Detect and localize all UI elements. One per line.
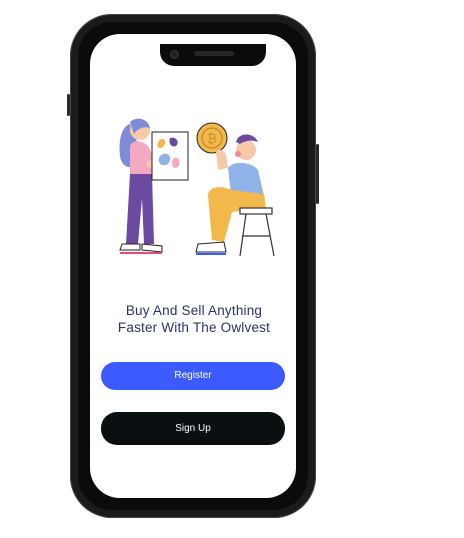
headline-line-1: Buy And Sell Anything [125, 303, 263, 318]
svg-text:₿: ₿ [207, 132, 217, 147]
onboarding-headline: Buy And Sell Anything Faster With The Ow… [92, 302, 296, 336]
register-button[interactable]: Register [101, 362, 285, 390]
power-button [316, 144, 319, 204]
camera-icon [170, 50, 179, 59]
stool [239, 207, 275, 257]
sign-up-button[interactable]: Sign Up [101, 412, 285, 445]
notch [160, 44, 266, 66]
volume-button [67, 94, 70, 116]
headline-line-2: Faster With The Owlvest [117, 320, 271, 335]
painting-canvas [151, 131, 189, 181]
bitcoin-coin-icon: ₿ [196, 122, 228, 154]
speaker-grille [194, 51, 234, 56]
trading-illustration: ₿ [119, 118, 275, 257]
stage: ₿ Buy And Sell Anything Faster With The … [0, 0, 464, 538]
